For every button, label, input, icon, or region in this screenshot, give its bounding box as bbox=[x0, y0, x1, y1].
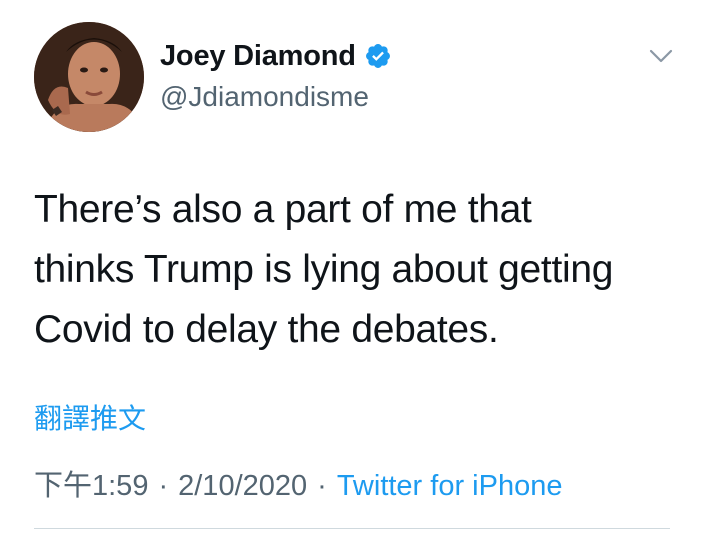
avatar[interactable] bbox=[34, 22, 144, 132]
tweet-text: There’s also a part of me that thinks Tr… bbox=[34, 180, 684, 360]
divider bbox=[34, 528, 670, 529]
tweet-meta: 下午1:59 · 2/10/2020 · Twitter for iPhone bbox=[34, 468, 562, 504]
chevron-down-icon[interactable] bbox=[648, 47, 674, 65]
tweet-text-line: thinks Trump is lying about getting bbox=[34, 248, 614, 291]
verified-badge-icon bbox=[364, 42, 392, 70]
translate-tweet-link[interactable]: 翻譯推文 bbox=[34, 402, 146, 436]
author-handle[interactable]: @Jdiamondisme bbox=[160, 80, 369, 114]
profile-photo-icon bbox=[34, 22, 144, 132]
tweet-date[interactable]: 2/10/2020 bbox=[178, 470, 307, 502]
author-name-row: Joey Diamond bbox=[160, 38, 392, 74]
meta-separator: · bbox=[317, 470, 327, 502]
tweet-text-line: Covid to delay the debates. bbox=[34, 308, 499, 351]
tweet-card: Joey Diamond @Jdiamondisme There’s also … bbox=[0, 0, 704, 539]
tweet-source-link[interactable]: Twitter for iPhone bbox=[337, 470, 563, 502]
display-name[interactable]: Joey Diamond bbox=[160, 38, 356, 74]
tweet-time[interactable]: 下午1:59 bbox=[34, 470, 148, 502]
meta-separator: · bbox=[158, 470, 169, 502]
tweet-text-line: There’s also a part of me that bbox=[34, 188, 532, 231]
